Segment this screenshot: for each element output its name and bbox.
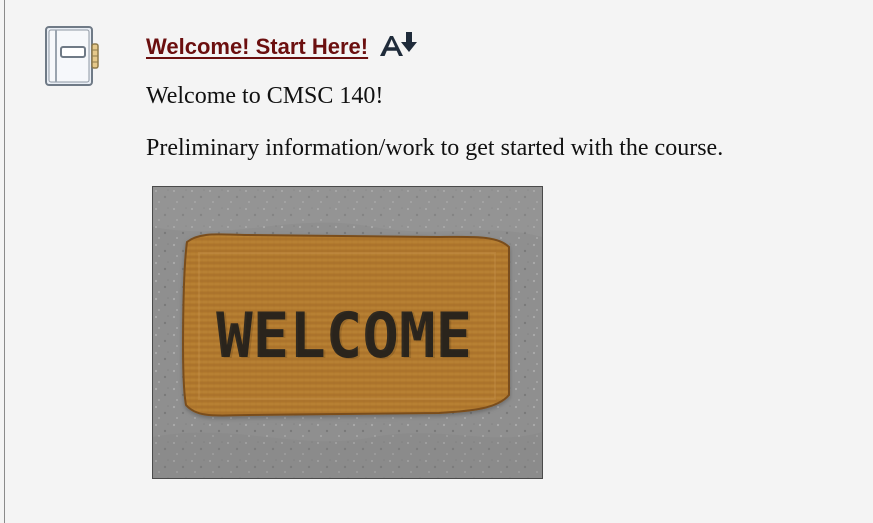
module-title-row: Welcome! Start Here!: [146, 30, 418, 64]
left-border: [4, 0, 5, 523]
svg-text:WELCOME: WELCOME: [218, 301, 474, 373]
welcome-line: Welcome to CMSC 140!: [146, 83, 384, 109]
module-title-link[interactable]: Welcome! Start Here!: [146, 34, 368, 60]
welcome-mat-image: WELCOME WELCOME: [152, 186, 543, 479]
preliminary-info-line: Preliminary information/work to get star…: [146, 135, 724, 161]
sort-download-icon[interactable]: [378, 30, 418, 58]
notebook-icon: [44, 24, 100, 88]
